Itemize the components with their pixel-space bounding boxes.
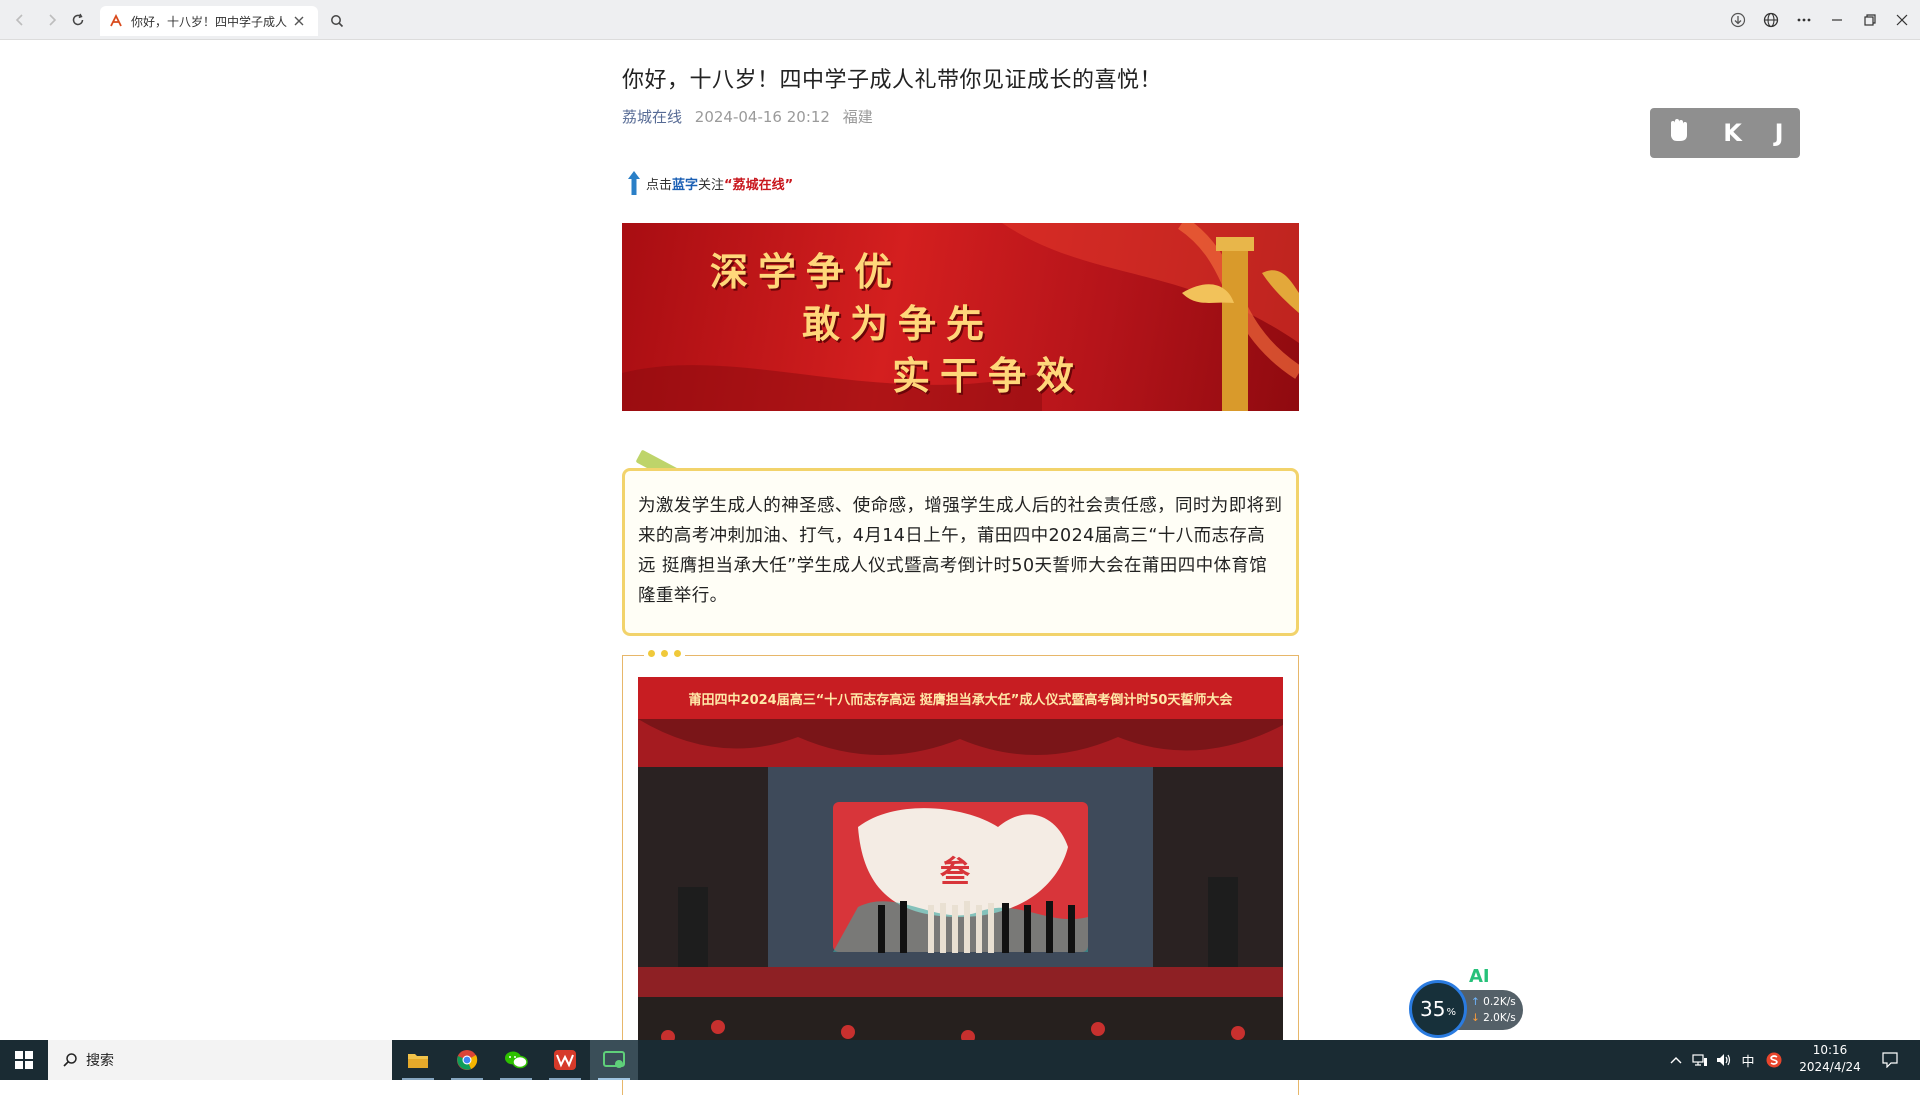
- ai-label: AI: [1469, 966, 1490, 987]
- hand-pan-icon[interactable]: [1666, 117, 1690, 149]
- clock-time: 10:16: [1812, 1043, 1848, 1057]
- performance-monitor-widget[interactable]: AI ↑ 0.2K/s ↓ 2.0K/s 35%: [1409, 966, 1529, 1038]
- dots-decoration: [644, 650, 685, 657]
- tab-title: 你好，十八岁！四中学子成人礼带你见证成长的喜悦！: [131, 14, 287, 29]
- translate-globe-icon[interactable]: [1759, 8, 1783, 32]
- floating-tool-panel: K J: [1650, 108, 1800, 158]
- reload-icon[interactable]: [66, 8, 90, 32]
- follow-account-link[interactable]: “荔城在线”: [724, 174, 793, 193]
- follow-prompt: 点击 蓝字 关注 “荔城在线”: [626, 170, 793, 196]
- minimize-icon[interactable]: [1825, 8, 1849, 32]
- article-meta: 荔城在线 2024-04-16 20:12 福建: [622, 106, 881, 127]
- banner-line-1: 深学争优: [710, 249, 903, 294]
- tray-expand-icon[interactable]: [1664, 1040, 1688, 1080]
- intro-box: 为激发学生成人的神圣感、使命感，增强学生成人后的社会责任感，同时为即将到来的高考…: [622, 468, 1299, 636]
- chrome-browser-icon[interactable]: [443, 1040, 491, 1080]
- ceremony-photo: 莆田四中2024届高三“十八而志存高远 挺膺担当承大任”成人仪式暨高考倒计时50…: [638, 677, 1283, 1080]
- tab-search-icon[interactable]: [326, 10, 348, 32]
- search-placeholder: 搜索: [86, 1053, 114, 1069]
- search-icon: [63, 1053, 77, 1067]
- back-icon[interactable]: [8, 8, 32, 32]
- k-shortcut-button[interactable]: K: [1723, 119, 1742, 147]
- windows-start-icon[interactable]: [0, 1040, 48, 1080]
- notification-center-icon[interactable]: [1872, 1040, 1908, 1080]
- j-shortcut-button[interactable]: J: [1775, 119, 1784, 147]
- ime-indicator[interactable]: 中: [1736, 1040, 1760, 1080]
- photo-board-character: 叁: [940, 855, 970, 890]
- browser-tab[interactable]: 你好，十八岁！四中学子成人礼带你见证成长的喜悦！: [100, 6, 318, 36]
- tab-close-icon[interactable]: [289, 12, 309, 30]
- follow-blue-word: 蓝字: [672, 177, 699, 193]
- browser-taskbar-icon[interactable]: [590, 1040, 638, 1080]
- article-title: 你好，十八岁！四中学子成人礼带你见证成长的喜悦！: [622, 68, 1163, 93]
- clock-date: 2024/4/24: [1799, 1060, 1861, 1074]
- usage-percent: 35: [1420, 997, 1446, 1021]
- forward-icon[interactable]: [40, 8, 64, 32]
- restore-icon[interactable]: [1858, 8, 1882, 32]
- author-link[interactable]: 荔城在线: [622, 108, 682, 126]
- volume-icon[interactable]: [1712, 1040, 1736, 1080]
- wechat-icon[interactable]: [492, 1040, 540, 1080]
- upload-speed: ↑ 0.2K/s: [1471, 996, 1516, 1008]
- up-arrow-icon: [628, 171, 640, 195]
- follow-middle: 关注: [698, 177, 725, 193]
- system-clock[interactable]: 10:16 2024/4/24: [1776, 1042, 1884, 1076]
- banner-line-2: 敢为争先: [802, 301, 995, 346]
- banner-line-3: 实干争效: [892, 353, 1085, 398]
- wps-office-icon[interactable]: [541, 1040, 589, 1080]
- file-explorer-icon[interactable]: [394, 1040, 442, 1080]
- memory-usage-circle: 35%: [1409, 980, 1467, 1038]
- taskbar-search-box[interactable]: 搜索: [48, 1040, 392, 1080]
- download-icon[interactable]: [1726, 8, 1750, 32]
- publish-location: 福建: [842, 108, 873, 126]
- browser-toolbar: 你好，十八岁！四中学子成人礼带你见证成长的喜悦！: [0, 0, 1920, 40]
- network-icon[interactable]: [1688, 1040, 1712, 1080]
- close-window-icon[interactable]: [1890, 8, 1914, 32]
- intro-paragraph: 为激发学生成人的神圣感、使命感，增强学生成人后的社会责任感，同时为即将到来的高考…: [638, 496, 1283, 606]
- more-menu-icon[interactable]: [1792, 8, 1816, 32]
- taskbar: 搜索 中 10:16 2024/4/24: [0, 1040, 1920, 1080]
- photo-event-banner: 莆田四中2024届高三“十八而志存高远 挺膺担当承大任”成人仪式暨高考倒计时50…: [638, 677, 1283, 719]
- photo-banner-text: 莆田四中2024届高三“十八而志存高远 挺膺担当承大任”成人仪式暨高考倒计时50…: [688, 692, 1233, 708]
- slogan-banner-image: 深学争优 敢为争先 实干争效: [622, 223, 1299, 411]
- site-favicon-icon: [109, 13, 123, 28]
- follow-prefix: 点击: [646, 177, 673, 193]
- publish-date: 2024-04-16 20:12: [694, 108, 830, 126]
- download-speed: ↓ 2.0K/s: [1471, 1012, 1516, 1024]
